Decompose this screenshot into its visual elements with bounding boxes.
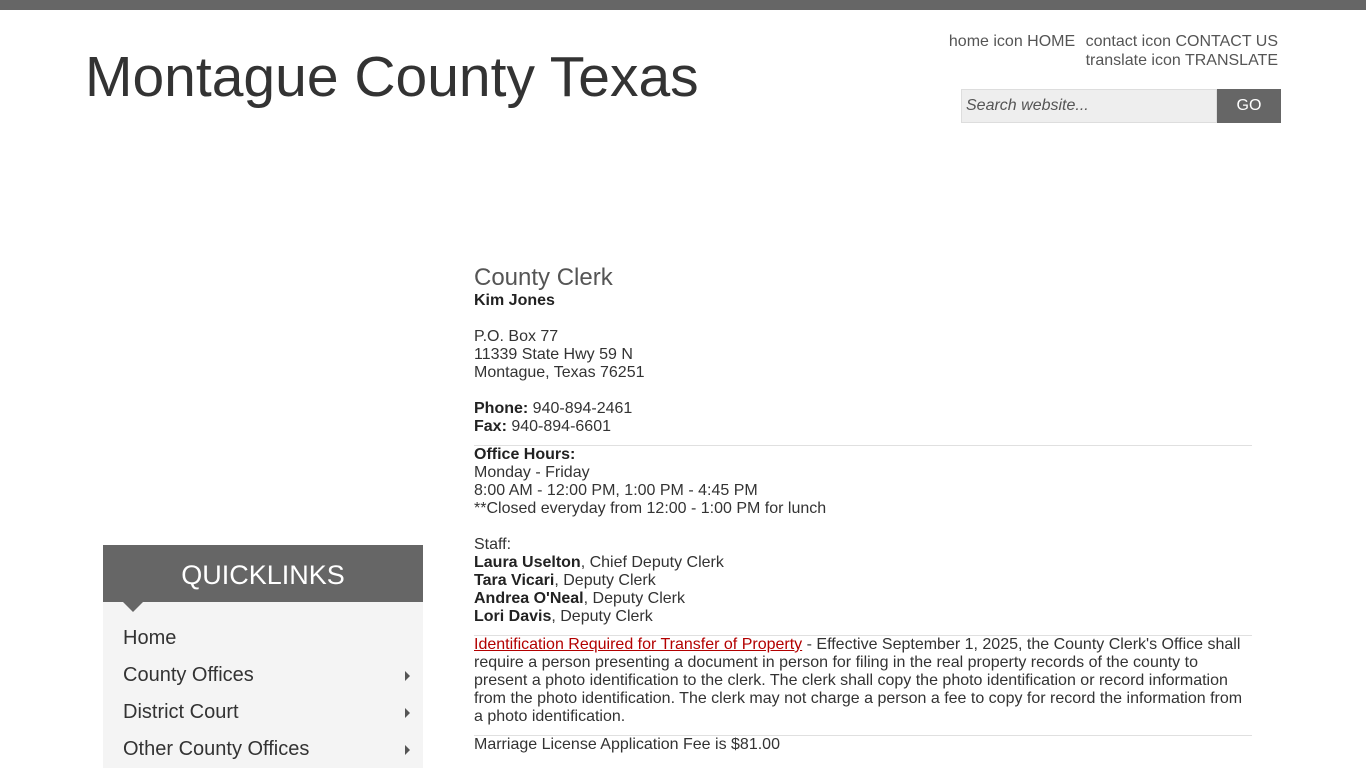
pointer-icon bbox=[123, 602, 143, 612]
quicklinks-panel: QUICKLINKS Home County Offices District … bbox=[103, 545, 423, 768]
quicklink-label: Home bbox=[123, 627, 177, 649]
quicklink-county-offices[interactable]: County Offices bbox=[103, 657, 423, 694]
address-line-2: 11339 State Hwy 59 N bbox=[474, 346, 633, 363]
quicklink-label: Other County Offices bbox=[123, 738, 310, 760]
page-heading: County Clerk bbox=[474, 264, 613, 291]
quicklinks-title: QUICKLINKS bbox=[181, 560, 345, 590]
id-requirement-link[interactable]: Identification Required for Transfer of … bbox=[474, 636, 802, 653]
address-line-1: P.O. Box 77 bbox=[474, 328, 559, 345]
home-link-label: HOME bbox=[1027, 33, 1076, 50]
quicklink-label: District Court bbox=[123, 701, 239, 723]
hours-days: Monday - Friday bbox=[474, 464, 590, 481]
fax-number: 940-894-6601 bbox=[506, 418, 611, 435]
caret-right-icon bbox=[405, 671, 410, 681]
hours-times: 8:00 AM - 12:00 PM, 1:00 PM - 4:45 PM bbox=[474, 482, 758, 499]
quicklinks-list: Home County Offices District Court Other… bbox=[103, 602, 423, 768]
staff-label: Staff: bbox=[474, 536, 512, 553]
official-name: Kim Jones bbox=[474, 292, 555, 309]
quicklink-home[interactable]: Home bbox=[103, 620, 423, 657]
phone-number: 940-894-2461 bbox=[528, 400, 633, 417]
translate-icon: translate icon bbox=[1085, 52, 1181, 69]
quicklinks-header: QUICKLINKS bbox=[103, 545, 423, 612]
staff-row: Tara Vicari, Deputy Clerk bbox=[474, 572, 1252, 590]
caret-right-icon bbox=[405, 745, 410, 755]
site-title[interactable]: Montague County Texas bbox=[85, 44, 699, 110]
quicklink-label: County Offices bbox=[123, 664, 254, 686]
staff-title: , Deputy Clerk bbox=[554, 572, 656, 589]
staff-name: Lori Davis bbox=[474, 608, 552, 625]
home-link[interactable]: home icon HOME bbox=[949, 33, 1075, 50]
staff-name: Tara Vicari bbox=[474, 572, 555, 589]
home-icon: home icon bbox=[948, 33, 1023, 50]
main-content: County Clerk Kim Jones P.O. Box 77 11339… bbox=[474, 264, 1252, 754]
address-line-3: Montague, Texas 76251 bbox=[474, 364, 645, 381]
staff-title: , Chief Deputy Clerk bbox=[580, 554, 724, 571]
hours-label: Office Hours: bbox=[474, 446, 576, 463]
fee-line: Marriage License Application Fee is $81.… bbox=[474, 736, 780, 753]
quicklink-other-county-offices[interactable]: Other County Offices bbox=[103, 731, 423, 768]
utility-nav: home icon HOME contact icon CONTACT US t… bbox=[858, 32, 1278, 70]
caret-right-icon bbox=[405, 708, 410, 718]
staff-title: , Deputy Clerk bbox=[583, 590, 685, 607]
staff-row: Lori Davis, Deputy Clerk bbox=[474, 608, 1252, 626]
translate-link[interactable]: translate icon TRANSLATE bbox=[1086, 52, 1278, 69]
staff-name: Laura Uselton bbox=[474, 554, 581, 571]
staff-row: Laura Uselton, Chief Deputy Clerk bbox=[474, 554, 1252, 572]
fax-label: Fax: bbox=[474, 418, 507, 435]
phone-line: Phone: 940-894-2461 bbox=[474, 400, 1252, 418]
id-notice: Identification Required for Transfer of … bbox=[474, 636, 1252, 726]
hours-note: **Closed everyday from 12:00 - 1:00 PM f… bbox=[474, 500, 827, 517]
phone-label: Phone: bbox=[474, 400, 529, 417]
translate-link-label: TRANSLATE bbox=[1184, 52, 1278, 69]
staff-row: Andrea O'Neal, Deputy Clerk bbox=[474, 590, 1252, 608]
quicklink-district-court[interactable]: District Court bbox=[103, 694, 423, 731]
fax-line: Fax: 940-894-6601 bbox=[474, 418, 1252, 436]
top-bar bbox=[0, 0, 1366, 10]
search-input[interactable] bbox=[961, 89, 1217, 123]
staff-name: Andrea O'Neal bbox=[474, 590, 584, 607]
search-go-button[interactable]: GO bbox=[1217, 89, 1281, 123]
staff-title: , Deputy Clerk bbox=[551, 608, 653, 625]
contact-link[interactable]: contact icon CONTACT US bbox=[1086, 33, 1278, 50]
contact-icon: contact icon bbox=[1085, 33, 1172, 50]
search-form: GO bbox=[961, 89, 1281, 123]
contact-link-label: CONTACT US bbox=[1175, 33, 1278, 50]
